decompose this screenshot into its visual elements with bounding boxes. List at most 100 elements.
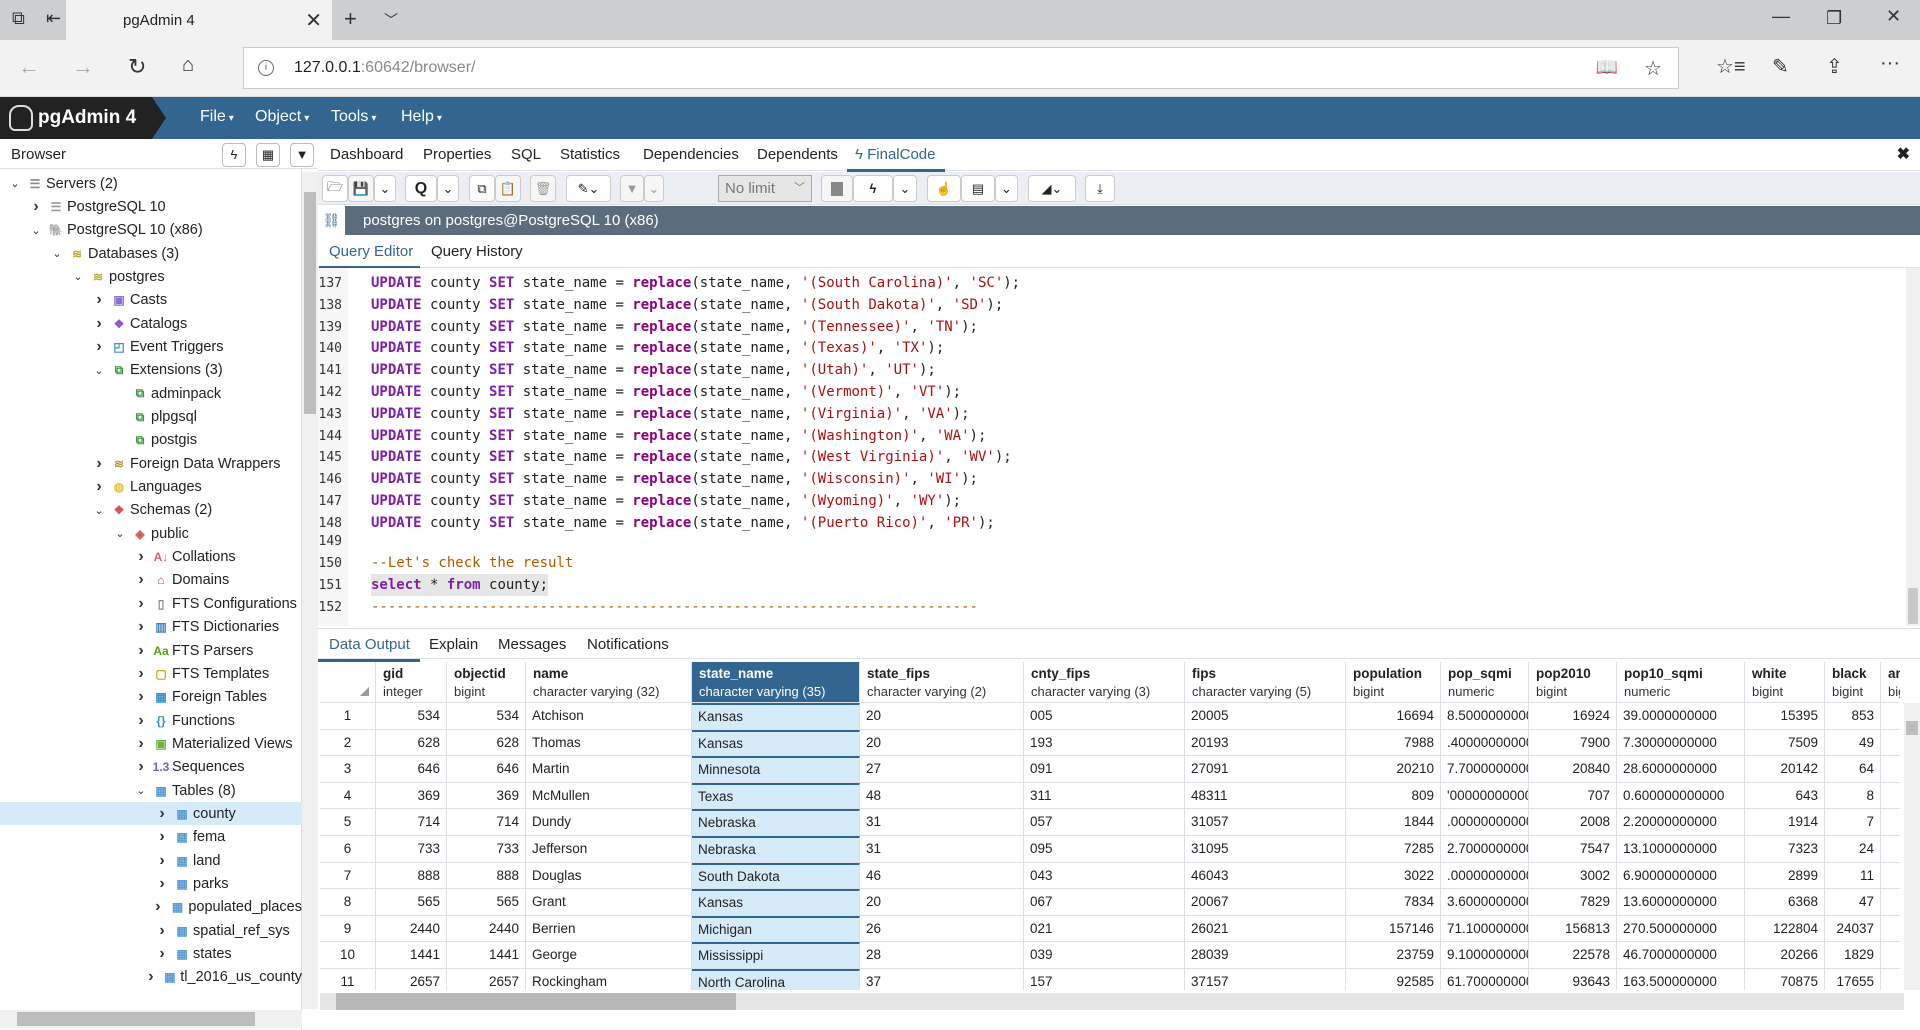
tree-node-fts-templates[interactable]: › ▢ FTS Templates bbox=[0, 662, 302, 685]
grid-cell[interactable]: 534 bbox=[447, 703, 526, 730]
set-aside-tabs-icon[interactable]: ⇤ bbox=[46, 8, 61, 29]
column-header-population[interactable]: population bigint bbox=[1346, 662, 1441, 703]
grid-cell[interactable]: 7829 bbox=[1529, 889, 1617, 916]
site-info-icon[interactable]: i bbox=[258, 60, 274, 76]
tab-actions-icon[interactable]: ⧉ bbox=[12, 8, 25, 29]
tab-sql[interactable]: SQL bbox=[511, 146, 541, 163]
more-icon[interactable]: ··· bbox=[1880, 52, 1900, 75]
row-number[interactable]: 4 bbox=[320, 782, 376, 810]
grid-cell[interactable]: Kansas bbox=[692, 889, 860, 916]
grid-cell[interactable]: 809 bbox=[1346, 782, 1441, 810]
grid-cell[interactable]: 369 bbox=[447, 782, 526, 810]
grid-cell[interactable]: 71.100000000 bbox=[1441, 915, 1529, 943]
execute-options-dropdown[interactable]: ⌄ bbox=[893, 175, 917, 202]
chevron-down-icon[interactable]: ⌄ bbox=[113, 527, 127, 540]
grid-cell[interactable]: 534 bbox=[376, 703, 447, 730]
chevron-right-icon[interactable]: › bbox=[92, 478, 106, 496]
favorite-star-icon[interactable]: ☆ bbox=[1644, 56, 1662, 81]
tree-node-servers[interactable]: ⌄ ☰ Servers (2) bbox=[0, 172, 302, 195]
grid-cell[interactable]: .40000000000 bbox=[1441, 729, 1529, 757]
grid-cell[interactable]: Minnesota bbox=[692, 756, 860, 783]
browser-tab[interactable]: pgAdmin 4 ✕ bbox=[66, 0, 332, 40]
tree-node-adminpack[interactable]: ⧉ adminpack bbox=[0, 382, 302, 405]
grid-cell[interactable]: 2440 bbox=[447, 915, 526, 943]
grid-cell[interactable]: 163.500000000 bbox=[1617, 969, 1745, 990]
grid-cell[interactable]: Mississippi bbox=[692, 942, 860, 969]
grid-cell[interactable]: 61.700000000 bbox=[1441, 969, 1529, 990]
back-icon[interactable]: ← bbox=[18, 54, 40, 80]
grid-cell[interactable]: 20 bbox=[860, 889, 1024, 916]
grid-cell[interactable]: 24037 bbox=[1825, 915, 1881, 943]
chevron-right-icon[interactable]: › bbox=[134, 571, 148, 589]
explain-analyze-button[interactable]: ▤ bbox=[961, 175, 995, 202]
tree-node-fts-dictionaries[interactable]: › ▥ FTS Dictionaries bbox=[0, 616, 302, 639]
grid-cell[interactable]: 28039 bbox=[1185, 942, 1346, 969]
tree-node-fts-configurations[interactable]: › ▯ FTS Configurations bbox=[0, 592, 302, 615]
explain-button[interactable]: ☝ bbox=[927, 175, 961, 202]
grid-cell[interactable]: 7900 bbox=[1529, 729, 1617, 757]
grid-cell[interactable]: 888 bbox=[376, 862, 447, 890]
grid-cell[interactable]: 1829 bbox=[1825, 942, 1881, 969]
column-header-state-name[interactable]: state_name character varying (35) bbox=[692, 662, 860, 703]
grid-cell[interactable]: 46 bbox=[860, 862, 1024, 890]
grid-cell[interactable]: 2440 bbox=[376, 915, 447, 943]
chevron-down-icon[interactable]: ⌄ bbox=[29, 224, 43, 237]
row-number[interactable]: 7 bbox=[320, 862, 376, 890]
tree-node-fema[interactable]: › ▦ fema bbox=[0, 826, 302, 849]
grid-cell[interactable]: Berrien bbox=[526, 915, 692, 943]
grid-cell[interactable]: 93643 bbox=[1529, 969, 1617, 990]
tree-node-materialized-views[interactable]: › ▣ Materialized Views bbox=[0, 732, 302, 755]
grid-cell[interactable]: 7547 bbox=[1529, 836, 1617, 863]
tree-node-spatial-ref-sys[interactable]: › ▦ spatial_ref_sys bbox=[0, 919, 302, 942]
grid-cell[interactable]: 733 bbox=[447, 836, 526, 863]
grid-cell[interactable]: 565 bbox=[376, 889, 447, 916]
tree-node-postgresql-10-x86-[interactable]: ⌄ 🐘 PostgreSQL 10 (x86) bbox=[0, 219, 302, 242]
execute-button[interactable]: ϟ bbox=[853, 175, 893, 202]
tab-notifications[interactable]: Notifications bbox=[587, 636, 669, 653]
grid-cell[interactable]: 733 bbox=[376, 836, 447, 863]
grid-cell[interactable]: ( bbox=[1881, 942, 1900, 969]
tree-node-casts[interactable]: › ▣ Casts bbox=[0, 289, 302, 312]
grid-cell[interactable]: Michigan bbox=[692, 915, 860, 943]
grid-cell[interactable]: 6.90000000000 bbox=[1617, 862, 1745, 890]
grid-cell[interactable]: McMullen bbox=[526, 782, 692, 810]
grid-cell[interactable]: ' bbox=[1881, 809, 1900, 836]
grid-cell[interactable]: 091 bbox=[1024, 756, 1185, 783]
tab-statistics[interactable]: Statistics bbox=[560, 146, 620, 163]
tree-node-fts-parsers[interactable]: › Aa FTS Parsers bbox=[0, 639, 302, 662]
grid-cell[interactable]: 193 bbox=[1024, 729, 1185, 757]
chevron-down-icon[interactable]: ⌄ bbox=[92, 504, 106, 517]
paste-button[interactable]: 📋 bbox=[495, 175, 521, 202]
chevron-right-icon[interactable]: › bbox=[155, 945, 169, 963]
tree-horizontal-scrollbar[interactable] bbox=[0, 1010, 302, 1028]
grid-cell[interactable]: 34 bbox=[1881, 969, 1900, 990]
grid-cell[interactable]: 37157 bbox=[1185, 969, 1346, 990]
grid-cell[interactable]: 057 bbox=[1024, 809, 1185, 836]
grid-cell[interactable]: Douglas bbox=[526, 862, 692, 890]
grid-cell[interactable]: 646 bbox=[447, 756, 526, 783]
menu-object[interactable]: Object ▾ bbox=[255, 108, 309, 126]
grid-cell[interactable]: 20 bbox=[860, 703, 1024, 730]
column-header-state-fips[interactable]: state_fips character varying (2) bbox=[860, 662, 1024, 703]
grid-cell[interactable]: 6368 bbox=[1745, 889, 1825, 916]
grid-cell[interactable] bbox=[1881, 783, 1900, 810]
save-options-dropdown[interactable]: ⌄ bbox=[374, 175, 396, 202]
grid-cell[interactable]: 853 bbox=[1825, 703, 1881, 730]
grid-cell[interactable]: : bbox=[1881, 730, 1900, 757]
grid-cell[interactable]: 16694 bbox=[1346, 703, 1441, 730]
grid-cell[interactable]: 22578 bbox=[1529, 942, 1617, 969]
grid-cell[interactable]: 7988 bbox=[1346, 729, 1441, 757]
grid-cell[interactable]: 70875 bbox=[1745, 969, 1825, 990]
chevron-right-icon[interactable]: › bbox=[92, 315, 106, 333]
chevron-right-icon[interactable]: › bbox=[134, 618, 148, 636]
grid-cell[interactable]: Rockingham bbox=[526, 969, 692, 990]
url-field[interactable]: i 127.0.0.1:60642/browser/ 📖 ☆ bbox=[243, 47, 1679, 89]
grid-cell[interactable]: 095 bbox=[1024, 836, 1185, 863]
grid-cell[interactable]: 0.600000000000 bbox=[1617, 782, 1745, 810]
tab-finalcode[interactable]: ϟ FinalCode bbox=[846, 146, 947, 172]
tab-query-editor[interactable]: Query Editor bbox=[318, 243, 421, 269]
home-icon[interactable]: ⌂ bbox=[182, 54, 194, 77]
reading-view-icon[interactable]: 📖 bbox=[1596, 57, 1618, 78]
grid-cell[interactable]: 3002 bbox=[1529, 862, 1617, 890]
chevron-right-icon[interactable]: › bbox=[134, 688, 148, 706]
